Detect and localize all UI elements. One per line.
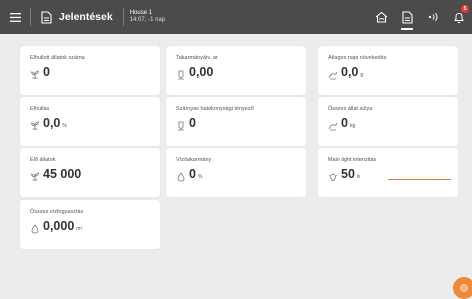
card-value: 50 bbox=[341, 167, 355, 181]
card-mortality[interactable]: Elhullás 0,0 % bbox=[20, 97, 160, 146]
broadcast-icon[interactable] bbox=[420, 0, 446, 34]
card-label: Összes állat súlya bbox=[328, 106, 373, 112]
notification-bell-icon[interactable]: 5 bbox=[446, 0, 472, 34]
card-label: Víz/takarmány bbox=[176, 157, 212, 163]
card-total-water[interactable]: Összes vízfogyasztás 0,000 m³ bbox=[20, 200, 160, 249]
card-label: Átlagos napi növekedés bbox=[328, 55, 387, 61]
water-drop-icon bbox=[30, 221, 40, 234]
card-total-weight[interactable]: Összes állat súlya 0 kg bbox=[318, 97, 458, 146]
reports-tab-icon[interactable] bbox=[394, 0, 420, 34]
card-unit: % bbox=[62, 123, 67, 129]
card-dead-animals[interactable]: Elhullott állatok száma 0 bbox=[20, 46, 160, 95]
card-value: 0,00 bbox=[189, 65, 214, 79]
sprout-icon bbox=[30, 169, 40, 181]
card-value: 0,0 bbox=[341, 65, 359, 79]
divider bbox=[30, 8, 31, 26]
card-feed-conversion[interactable]: Takarmányátv. ar 0,00 bbox=[166, 46, 306, 95]
water-drop-icon bbox=[176, 169, 186, 182]
card-label: Összes vízfogyasztás bbox=[30, 209, 84, 215]
feed-bin-icon bbox=[176, 67, 186, 80]
card-live-animals[interactable]: Élő állatok 45 000 bbox=[20, 148, 160, 197]
card-value: 0 bbox=[189, 116, 196, 130]
light-bulb-icon bbox=[328, 169, 338, 181]
card-main-light[interactable]: Main light intenzitás 50 lx bbox=[318, 148, 458, 197]
card-value: 0 bbox=[43, 65, 50, 79]
card-label: Elhullott állatok száma bbox=[30, 55, 85, 61]
card-unit: % bbox=[197, 174, 203, 180]
house-selector[interactable]: House 1 14:07, -1 nap bbox=[130, 10, 165, 24]
house-time: 14:07, -1 nap bbox=[129, 17, 166, 23]
light-trend-line bbox=[388, 179, 451, 181]
card-unit: kg bbox=[349, 123, 356, 129]
card-label: Elhullás bbox=[30, 106, 50, 112]
card-value: 0 bbox=[189, 167, 196, 181]
house-name: House 1 bbox=[129, 10, 153, 17]
top-bar: Jelentések House 1 14:07, -1 nap 5 bbox=[0, 0, 472, 34]
home-icon[interactable] bbox=[368, 0, 394, 34]
card-label: Szárnyas hatékonysági tényező bbox=[176, 106, 254, 112]
card-unit: g bbox=[360, 72, 364, 78]
card-label: Takarmányátv. ar bbox=[176, 55, 218, 61]
sprout-icon bbox=[30, 118, 40, 130]
card-value: 0,0 bbox=[43, 116, 61, 130]
card-unit: m³ bbox=[76, 226, 83, 232]
card-value: 0,000 bbox=[43, 219, 75, 233]
card-efficiency-factor[interactable]: Szárnyas hatékonysági tényező 0 bbox=[166, 97, 306, 146]
card-label: Élő állatok bbox=[30, 157, 56, 163]
card-daily-gain[interactable]: Átlagos napi növekedés 0,0 g bbox=[318, 46, 458, 95]
page-title: Jelentések bbox=[59, 11, 113, 23]
card-value: 0 bbox=[341, 116, 348, 130]
report-icon bbox=[41, 10, 53, 24]
plus-icon bbox=[460, 279, 468, 297]
card-label: Main light intenzitás bbox=[328, 157, 377, 163]
divider bbox=[122, 8, 124, 26]
scale-leaf-icon bbox=[328, 118, 338, 131]
card-value: 45 000 bbox=[43, 167, 82, 181]
notification-badge: 5 bbox=[461, 5, 469, 13]
card-unit: lx bbox=[356, 174, 361, 180]
card-water-feed[interactable]: Víz/takarmány 0 % bbox=[166, 148, 306, 197]
scale-leaf-icon bbox=[328, 67, 338, 80]
menu-icon[interactable] bbox=[0, 0, 30, 34]
sprout-icon bbox=[30, 67, 40, 79]
feed-bin-icon bbox=[176, 118, 186, 131]
